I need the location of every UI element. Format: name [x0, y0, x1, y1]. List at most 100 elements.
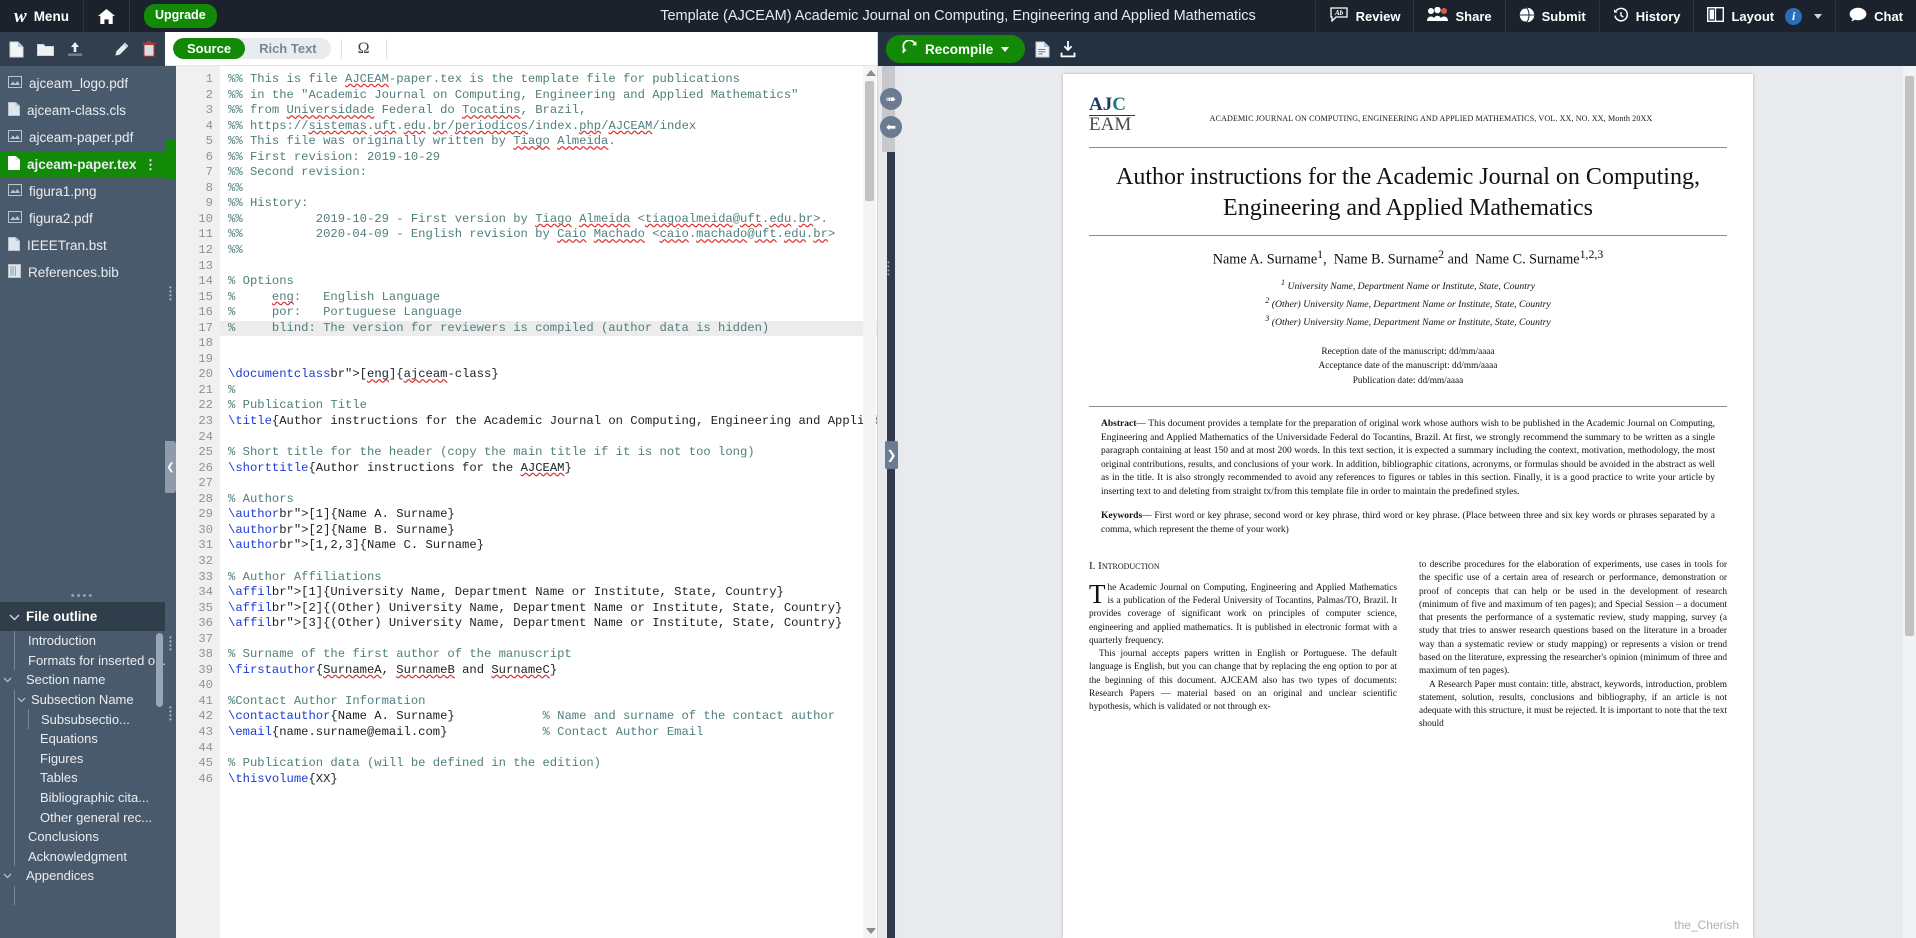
code-line[interactable]: %% — [228, 243, 877, 259]
code-line[interactable]: \affilbr">[3]{(Other) University Name, D… — [228, 616, 877, 632]
file-item-5[interactable]: figura2.pdf — [0, 205, 165, 232]
file-item-3-selected[interactable]: ajceam-paper.tex ⋮ — [0, 151, 165, 178]
code-line[interactable] — [228, 336, 877, 352]
outline-scrollbar-thumb[interactable] — [156, 633, 163, 707]
code-line[interactable] — [228, 430, 877, 446]
share-button[interactable]: Share — [1413, 0, 1504, 32]
code-line[interactable]: \affilbr">[2]{(Other) University Name, D… — [228, 601, 877, 617]
file-item-1[interactable]: ajceam-class.cls — [0, 97, 165, 124]
code-line[interactable]: %% This file was originally written by T… — [228, 134, 877, 150]
download-pdf-icon[interactable] — [1060, 40, 1076, 58]
outline-item-subsection-name[interactable]: Subsection Name — [0, 689, 165, 710]
sidebar-resize-grip[interactable]: •••• — [0, 591, 165, 602]
code-line[interactable]: %% History: — [228, 196, 877, 212]
sync-to-code-button[interactable]: ⬅ — [880, 116, 902, 138]
outline-item-conclusions[interactable]: Conclusions — [0, 826, 165, 847]
editor-collapse-handle[interactable]: ❮ — [165, 441, 176, 493]
code-line[interactable]: \thisvolume{XX} — [228, 772, 877, 788]
upgrade-button[interactable]: Upgrade — [143, 4, 217, 28]
code-line[interactable]: % — [228, 383, 877, 399]
scroll-up-arrow-icon[interactable] — [866, 70, 876, 76]
code-line[interactable]: \authorbr">[1]{Name A. Surname} — [228, 507, 877, 523]
new-folder-icon[interactable] — [37, 42, 54, 57]
code-line[interactable] — [228, 678, 877, 694]
code-line[interactable] — [228, 259, 877, 275]
code-line[interactable]: % eng: English Language — [228, 290, 877, 306]
code-line[interactable]: \shorttitle{Author instructions for the … — [228, 461, 877, 477]
tab-source[interactable]: Source — [173, 38, 246, 59]
file-item-4[interactable]: figura1.png — [0, 178, 165, 205]
editor-scrollbar[interactable] — [863, 66, 876, 938]
code-line[interactable] — [228, 476, 877, 492]
pdf-scrollbar[interactable] — [1903, 66, 1916, 938]
outline-item-introduction[interactable]: Introduction — [0, 631, 165, 651]
logs-file-icon[interactable] — [1035, 41, 1050, 58]
chevron-down-icon[interactable] — [1, 873, 14, 879]
outline-item-bibliographic[interactable]: Bibliographic cita... — [0, 787, 165, 808]
code-line[interactable]: % Author Affiliations — [228, 570, 877, 586]
chat-button[interactable]: Chat — [1835, 0, 1916, 32]
code-line[interactable]: % Authors — [228, 492, 877, 508]
chevron-down-icon[interactable] — [1001, 46, 1010, 52]
outline-item-formats[interactable]: Formats for inserted o... — [0, 650, 165, 671]
outline-item-acknowledgment[interactable]: Acknowledgment — [0, 846, 165, 867]
code-line[interactable]: %% from Universidade Federal do Tocatins… — [228, 103, 877, 119]
new-file-icon[interactable] — [9, 41, 24, 58]
code-line[interactable]: \contactauthor{Name A. Surname} % Name a… — [228, 709, 877, 725]
code-line[interactable]: %% This is file AJCEAM-paper.tex is the … — [228, 72, 877, 88]
code-line[interactable]: %% 2020-04-09 - English revision by Caio… — [228, 227, 877, 243]
outline-item-subsubsection[interactable]: Subsubsectio... — [0, 709, 165, 729]
code-line[interactable]: %Contact Author Information — [228, 694, 877, 710]
source-richtext-switch[interactable]: Source Rich Text — [173, 38, 331, 59]
file-item-2[interactable]: ajceam-paper.pdf — [0, 124, 165, 151]
home-button[interactable] — [84, 0, 130, 32]
layout-info-badge[interactable]: i — [1785, 7, 1803, 25]
layout-button[interactable]: Layout i — [1693, 0, 1835, 32]
code-line[interactable]: %% Second revision: — [228, 165, 877, 181]
omega-symbol-icon[interactable]: Ω — [352, 40, 376, 58]
tab-rich-text[interactable]: Rich Text — [245, 38, 331, 59]
outline-item-section-name[interactable]: Section name — [0, 670, 165, 690]
code-line[interactable]: \firstauthor{SurnameA, SurnameB and Surn… — [228, 663, 877, 679]
code-line[interactable]: % Publication Title — [228, 398, 877, 414]
upgrade-cell[interactable]: Upgrade — [130, 0, 231, 32]
outline-item-partial[interactable] — [0, 885, 165, 906]
rename-pencil-icon[interactable] — [114, 42, 129, 57]
code-line[interactable]: %% in the "Academic Journal on Computing… — [228, 88, 877, 104]
file-item-6[interactable]: IEEETran.bst — [0, 232, 165, 259]
scroll-down-arrow-icon[interactable] — [866, 928, 876, 934]
code-line[interactable]: % Short title for the header (copy the m… — [228, 445, 877, 461]
code-line[interactable]: % Surname of the first author of the man… — [228, 647, 877, 663]
code-line[interactable]: \email{name.surname@email.com} % Contact… — [228, 725, 877, 741]
editor-scrollbar-thumb[interactable] — [865, 81, 874, 201]
file-item-7[interactable]: References.bib — [0, 259, 165, 286]
pdf-rail-expand-button[interactable]: ❯ — [885, 441, 898, 469]
code-line[interactable]: % por: Portuguese Language — [228, 305, 877, 321]
submit-button[interactable]: Submit — [1504, 0, 1599, 32]
delete-trash-icon[interactable] — [142, 41, 156, 57]
sync-to-pdf-button[interactable]: ➠ — [880, 88, 902, 110]
code-line[interactable]: %% 2019-10-29 - First version by Tiago A… — [228, 212, 877, 228]
outline-item-other-general[interactable]: Other general rec... — [0, 807, 165, 827]
code-line[interactable]: \authorbr">[1,2,3]{Name C. Surname} — [228, 538, 877, 554]
chevron-down-icon[interactable] — [1814, 13, 1823, 19]
file-outline-header[interactable]: File outline — [0, 602, 165, 631]
code-line[interactable]: % blind: The version for reviewers is co… — [220, 320, 877, 337]
code-line[interactable]: % Options — [228, 274, 877, 290]
code-line[interactable] — [228, 632, 877, 648]
code-line[interactable] — [228, 352, 877, 368]
code-line[interactable]: % Publication data (will be defined in t… — [228, 756, 877, 772]
chevron-down-icon[interactable] — [15, 697, 28, 703]
outline-item-figures[interactable]: Figures — [0, 748, 165, 769]
menu-button[interactable]: w Menu — [0, 0, 84, 32]
outline-item-appendices[interactable]: Appendices — [0, 866, 165, 886]
review-button[interactable]: Ab Review — [1314, 0, 1414, 32]
outline-item-tables[interactable]: Tables — [0, 768, 165, 788]
history-button[interactable]: History — [1598, 0, 1694, 32]
upload-icon[interactable] — [67, 41, 83, 57]
file-menu-kebab-icon[interactable]: ⋮ — [144, 157, 157, 173]
file-item-0[interactable]: ajceam_logo.pdf — [0, 70, 165, 97]
outline-item-equations[interactable]: Equations — [0, 728, 165, 749]
pdf-scrollbar-thumb[interactable] — [1905, 76, 1914, 636]
code-line[interactable]: %% — [228, 181, 877, 197]
